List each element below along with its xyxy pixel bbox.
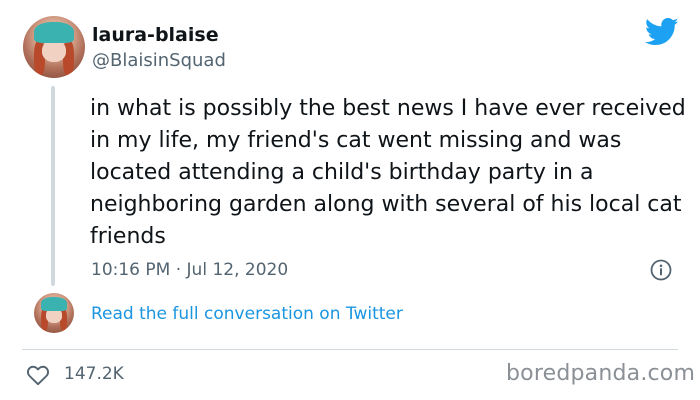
like-count: 147.2K bbox=[64, 364, 124, 384]
heart-icon[interactable] bbox=[26, 364, 50, 386]
avatar[interactable] bbox=[23, 16, 85, 78]
read-conversation-link[interactable]: Read the full conversation on Twitter bbox=[91, 304, 403, 324]
info-icon[interactable] bbox=[650, 259, 672, 281]
user-handle[interactable]: @BlaisinSquad bbox=[92, 50, 226, 71]
twitter-bird-icon[interactable] bbox=[645, 17, 679, 47]
avatar-small[interactable] bbox=[34, 293, 74, 333]
tweet-text: in what is possibly the best news I have… bbox=[90, 96, 686, 249]
display-name[interactable]: laura-blaise bbox=[92, 24, 219, 46]
thread-line bbox=[51, 86, 55, 286]
divider bbox=[22, 349, 678, 350]
watermark: boredpanda.com bbox=[506, 361, 696, 386]
tweet-timestamp[interactable]: 10:16 PM · Jul 12, 2020 bbox=[91, 260, 288, 280]
